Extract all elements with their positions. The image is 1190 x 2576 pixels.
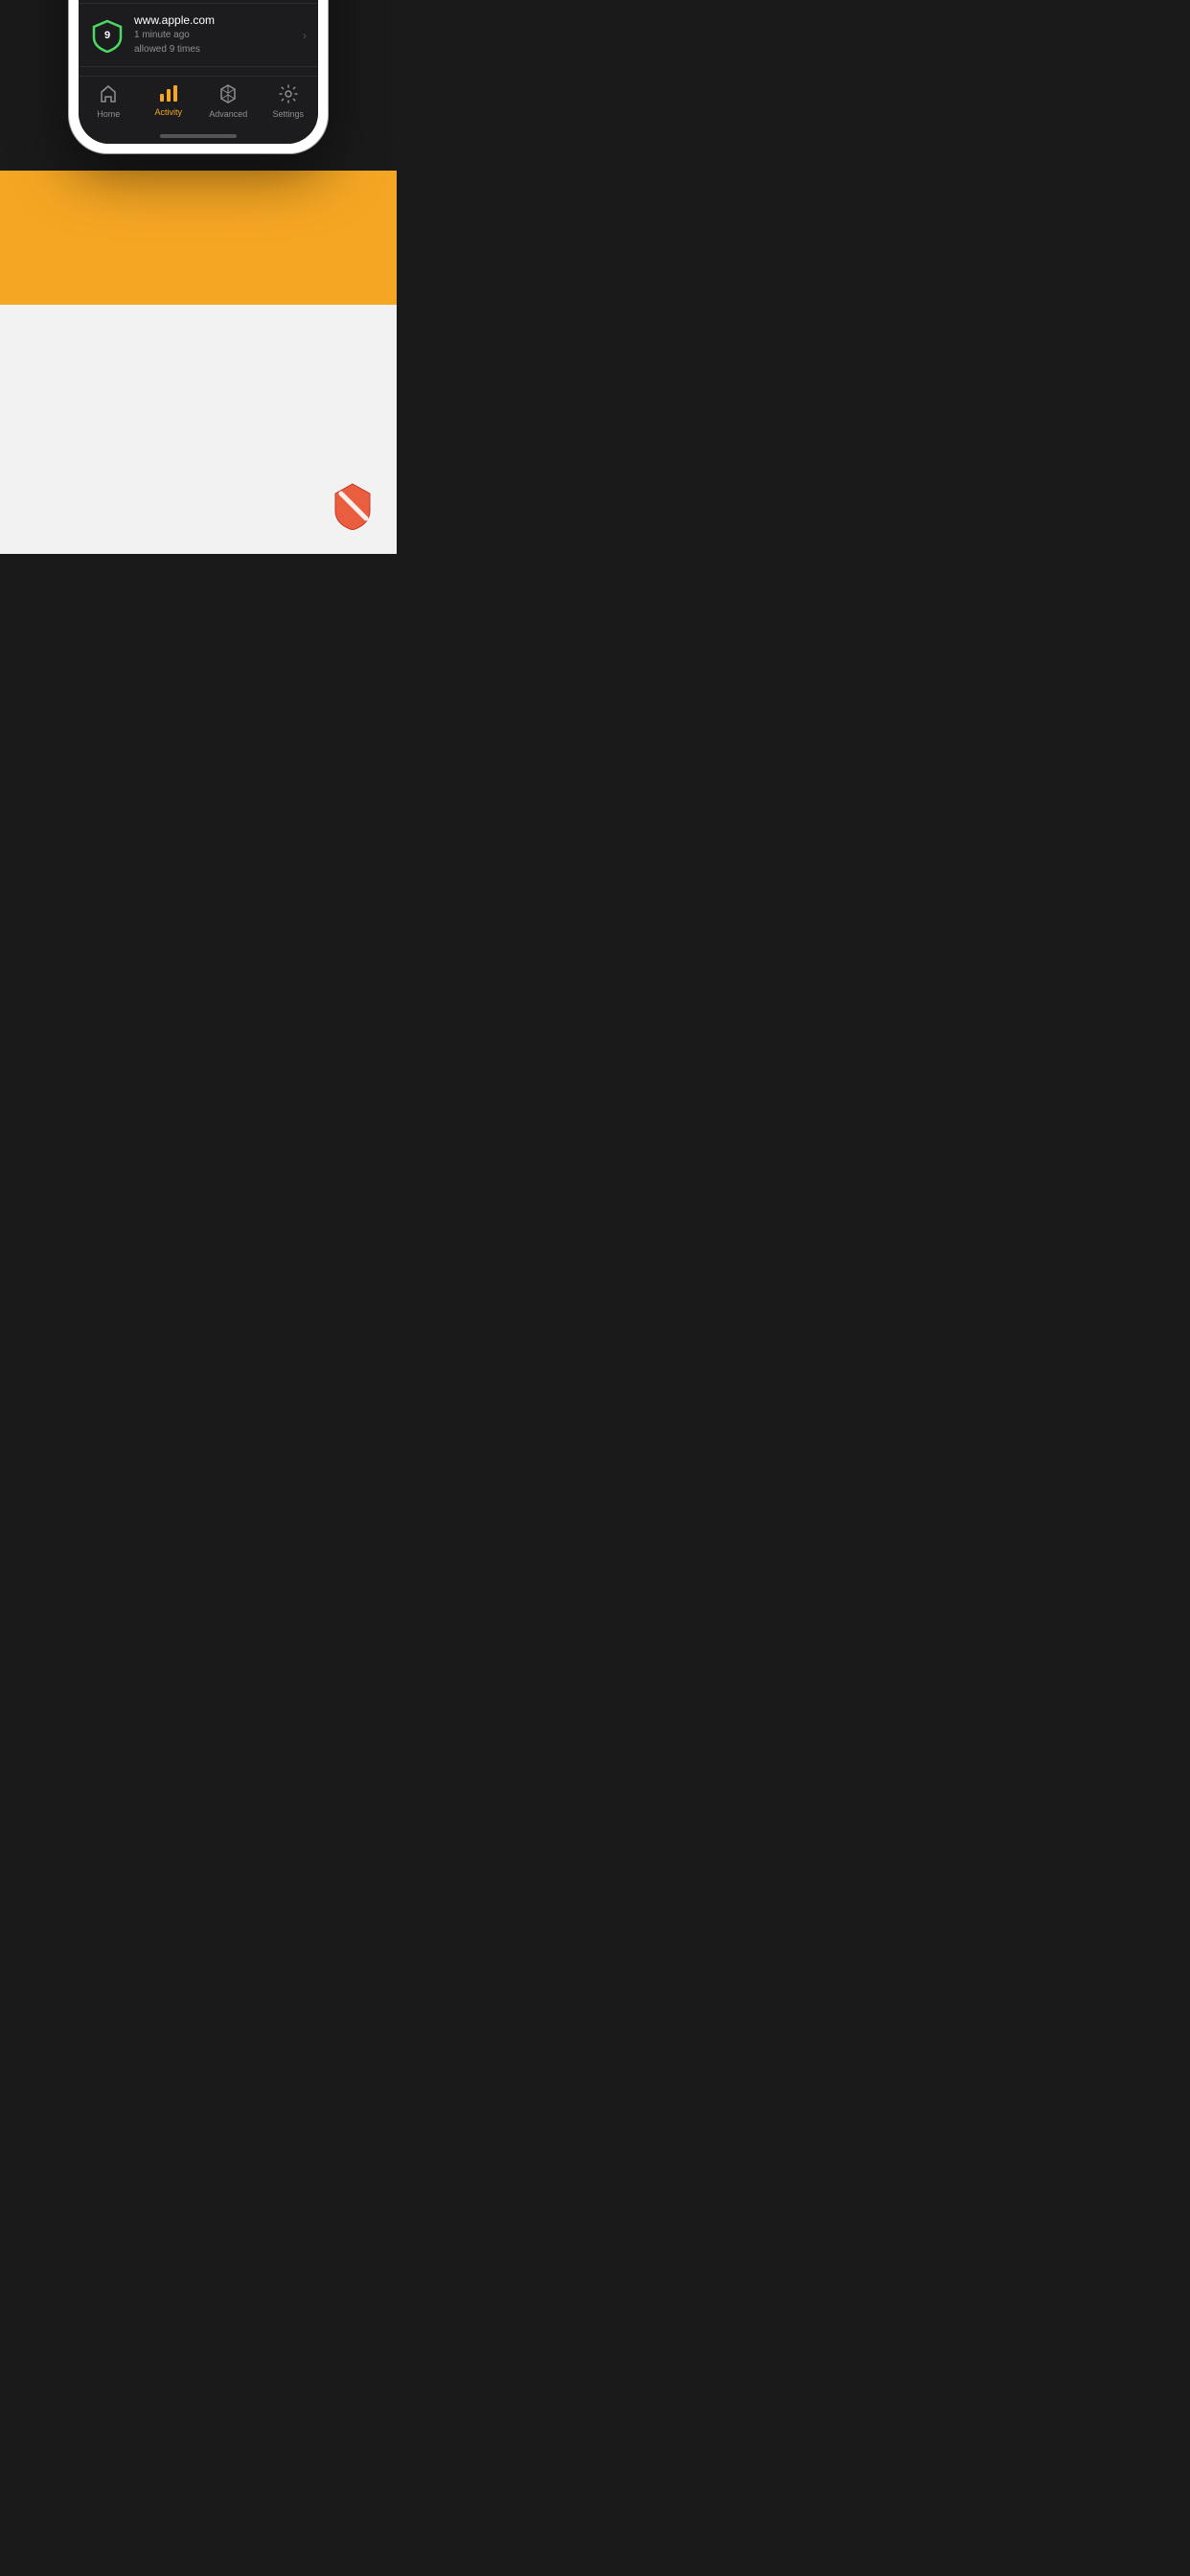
activity-info-6: www.apple.com 1 minute agoallowed 9 time… [134, 13, 293, 57]
activity-item-6[interactable]: 9 www.apple.com 1 minute agoallowed 9 ti… [79, 4, 318, 67]
tab-activity[interactable]: Activity [139, 84, 199, 119]
phone-frame: 12:42 3G [69, 0, 328, 153]
tab-advanced-label: Advanced [209, 109, 247, 119]
shield-badge-6: 9 [90, 18, 125, 53]
home-icon [99, 84, 118, 106]
tab-activity-label: Activity [154, 107, 182, 117]
home-indicator [79, 130, 318, 144]
orange-section [0, 171, 397, 305]
activity-domain-6: www.apple.com [134, 13, 293, 27]
white-section [0, 305, 397, 554]
phone-screen: 12:42 3G [79, 0, 318, 144]
activity-icon [159, 84, 178, 104]
tab-advanced[interactable]: Advanced [198, 84, 259, 119]
settings-icon [279, 84, 298, 106]
tab-bar: Home Activity [79, 76, 318, 130]
tab-settings-label: Settings [272, 109, 304, 119]
activity-meta-6: 1 minute agoallowed 9 times [134, 28, 293, 57]
chevron-icon-6: › [303, 29, 307, 42]
home-bar [160, 134, 237, 138]
advanced-icon [219, 84, 237, 106]
tab-home-label: Home [97, 109, 120, 119]
activity-item-7[interactable]: sandbox.itune...om.akadns.net › [79, 67, 318, 76]
brand-logo [328, 480, 378, 535]
activity-list: 6 telemetry.api.swiftkey.com 42 seconds … [79, 0, 318, 76]
tab-settings[interactable]: Settings [259, 84, 319, 119]
phone-mockup: 12:42 3G [69, 0, 328, 153]
shield-count-6: 9 [104, 30, 110, 41]
tab-home[interactable]: Home [79, 84, 139, 119]
